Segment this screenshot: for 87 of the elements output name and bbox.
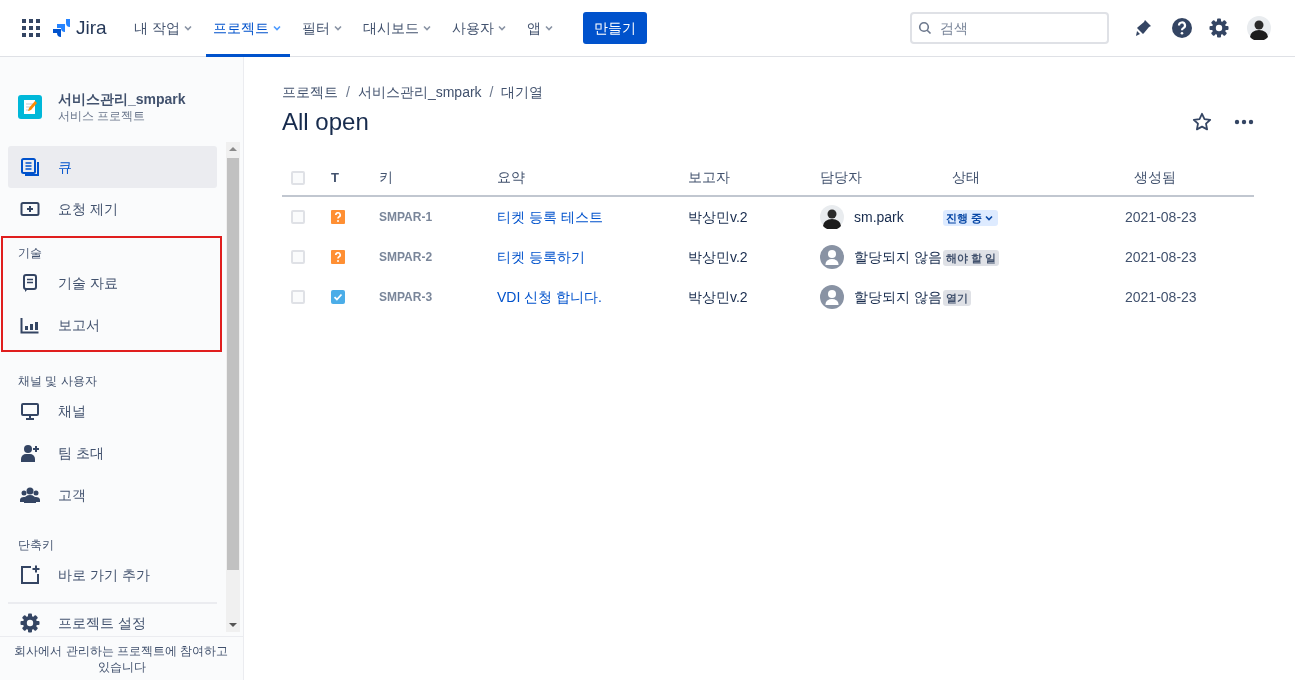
breadcrumb-link[interactable]: 서비스관리_smpark	[357, 81, 482, 103]
created-date: 2021-08-23	[1125, 287, 1198, 307]
monitor-icon	[20, 401, 40, 421]
scrollbar[interactable]	[226, 142, 240, 632]
breadcrumb-separator: /	[346, 82, 350, 102]
section-heading: 기술	[17, 245, 43, 262]
column-header[interactable]: 상태	[943, 167, 1125, 188]
logo-text: Jira	[76, 15, 107, 40]
checkmark-type-icon	[331, 290, 345, 304]
nav-tab[interactable]: 내 작업	[126, 0, 201, 57]
notification-icon[interactable]	[1133, 18, 1153, 38]
sidebar-item[interactable]: 보고서	[8, 304, 217, 346]
column-header[interactable]: 요약	[488, 167, 679, 188]
page-title: All open	[282, 107, 370, 137]
app-switcher-icon[interactable]	[22, 19, 40, 37]
column-header[interactable]: 생성됨	[1125, 167, 1254, 188]
created-date: 2021-08-23	[1125, 207, 1198, 227]
project-type: 서비스 프로젝트	[58, 108, 147, 124]
search-field[interactable]: 검색	[910, 12, 1109, 44]
status-lozenge[interactable]: 열기	[943, 289, 971, 306]
nav-tab[interactable]: 사용자	[444, 0, 515, 57]
add-shortcut-icon	[20, 565, 40, 585]
document-icon	[20, 273, 40, 293]
question-type-icon	[331, 210, 345, 224]
nav-tab[interactable]: 대시보드	[355, 0, 440, 57]
row-checkbox[interactable]	[291, 210, 305, 224]
sidebar-item[interactable]: 팀 초대	[8, 432, 217, 474]
row-checkbox[interactable]	[291, 290, 305, 304]
breadcrumb-separator: /	[489, 82, 494, 102]
star-icon[interactable]	[1192, 112, 1212, 132]
row-checkbox[interactable]	[291, 250, 305, 264]
issue-link[interactable]: 티켓 등록 테스트	[497, 208, 603, 225]
add-person-icon	[20, 443, 40, 463]
reporter-name: 박상민v.2	[687, 247, 749, 267]
column-header[interactable]: T	[322, 167, 370, 188]
section-heading: 단축키	[17, 537, 55, 554]
reporter-name: 박상민v.2	[687, 287, 749, 307]
sidebar-item[interactable]: 바로 가기 추가	[8, 554, 217, 596]
sidebar-item[interactable]: 채널	[8, 390, 217, 432]
nav-tab[interactable]: 필터	[294, 0, 351, 57]
column-header[interactable]: 키	[370, 167, 488, 188]
gear-icon	[20, 613, 40, 633]
unassigned-avatar-icon	[820, 245, 844, 269]
footer-note: 회사에서 관리하는 프로젝트에 참여하고 있습니다	[0, 636, 243, 680]
sidebar-item[interactable]: 기술 자료	[8, 262, 217, 304]
nav-tab[interactable]: 프로젝트	[205, 0, 290, 57]
assignee-name: 할당되지 않음	[854, 287, 942, 307]
bar-chart-icon	[20, 315, 40, 335]
status-lozenge[interactable]: 해야 할 일	[943, 249, 1000, 266]
reporter-name: 박상민v.2	[687, 207, 749, 227]
column-header[interactable]: 담당자	[811, 167, 943, 188]
question-type-icon	[331, 250, 345, 264]
profile-avatar[interactable]	[1247, 16, 1271, 40]
sidebar-item[interactable]: 고객	[8, 474, 217, 516]
help-icon[interactable]	[1171, 17, 1193, 39]
more-icon[interactable]	[1234, 119, 1254, 125]
assignee-name: 할당되지 않음	[854, 247, 942, 267]
issue-link[interactable]: VDI 신청 합니다.	[497, 288, 602, 305]
settings-icon[interactable]	[1209, 18, 1229, 38]
sidebar-item[interactable]: 요청 제기	[8, 188, 217, 230]
issue-link[interactable]: 티켓 등록하기	[497, 248, 585, 265]
scroll-up-icon[interactable]	[229, 146, 237, 152]
sidebar-item[interactable]: 큐	[8, 146, 217, 188]
project-icon	[18, 95, 42, 119]
issue-key: SMPAR-1	[370, 208, 488, 226]
status-lozenge[interactable]: 진행 중	[943, 209, 999, 226]
select-all-checkbox[interactable]	[291, 170, 305, 185]
search-icon	[918, 21, 932, 35]
scroll-down-icon[interactable]	[229, 622, 237, 628]
people-icon	[20, 485, 40, 505]
logo-icon	[52, 18, 72, 38]
add-request-icon	[20, 199, 40, 219]
project-name: 서비스관리_smpark	[58, 90, 186, 108]
unassigned-avatar-icon	[820, 285, 844, 309]
create-button[interactable]: 만들기	[582, 12, 647, 44]
section-heading: 채널 및 사용자	[17, 373, 98, 390]
sidebar-item[interactable]: 프로젝트 설정	[8, 610, 217, 636]
breadcrumb-link[interactable]: 프로젝트	[282, 81, 338, 103]
breadcrumb-link[interactable]: 대기열	[501, 81, 544, 103]
queue-icon	[20, 157, 40, 177]
user-avatar	[820, 205, 844, 229]
assignee-name: sm.park	[854, 207, 904, 227]
created-date: 2021-08-23	[1125, 247, 1198, 267]
nav-tab[interactable]: 앱	[519, 0, 562, 57]
column-header[interactable]: 보고자	[679, 167, 811, 188]
issue-key: SMPAR-3	[370, 288, 488, 306]
issue-key: SMPAR-2	[370, 248, 488, 266]
